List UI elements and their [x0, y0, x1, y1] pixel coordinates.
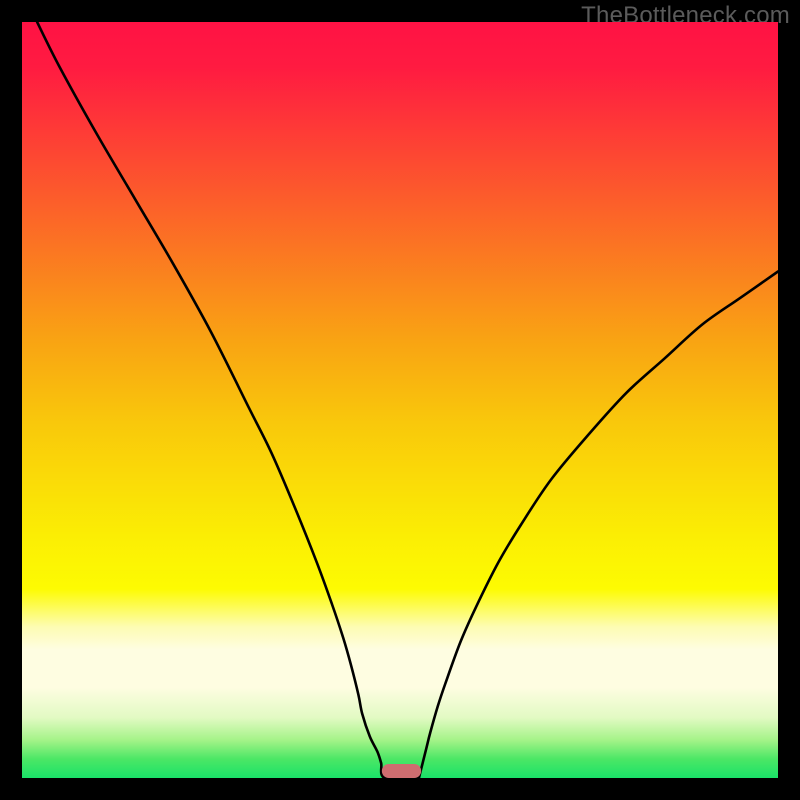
chart-container: TheBottleneck.com [0, 0, 800, 800]
plot-area [22, 22, 778, 778]
chart-background [22, 22, 778, 778]
chart-svg [22, 22, 778, 778]
baseline-marker [382, 764, 421, 778]
